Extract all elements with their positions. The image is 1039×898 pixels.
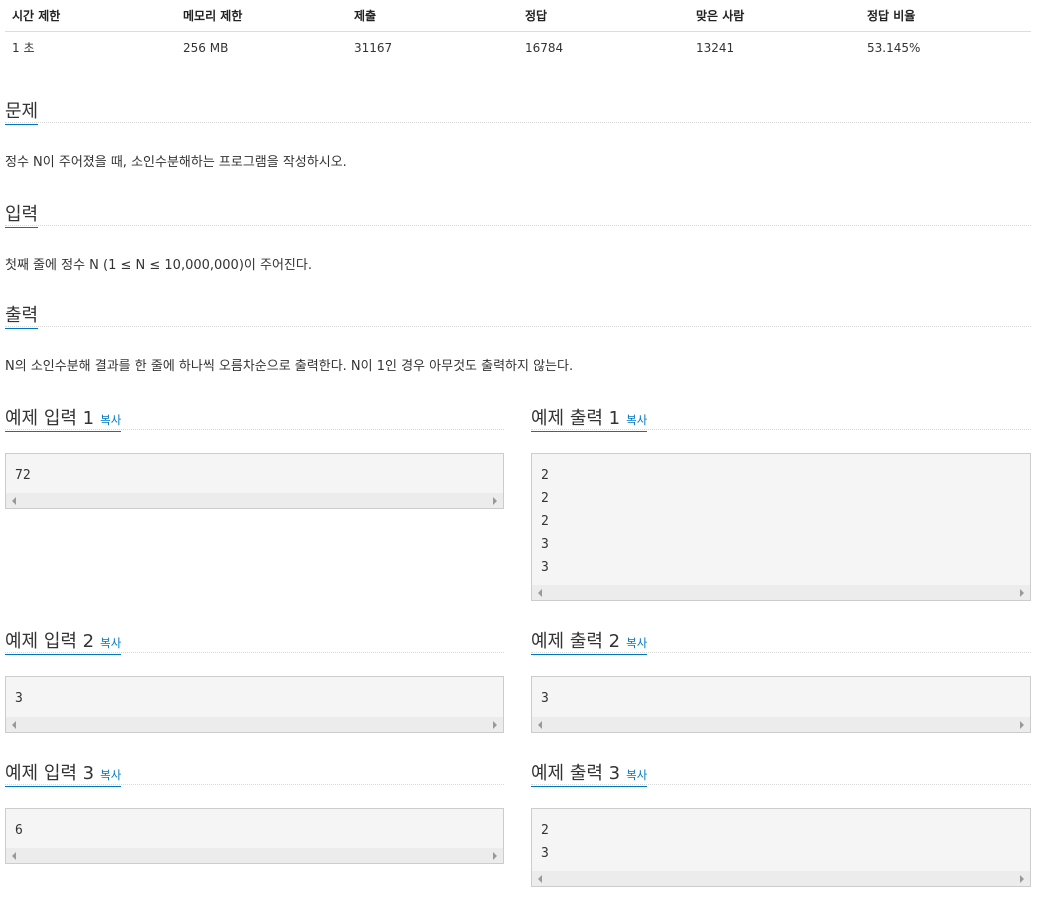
copy-sample-output-2-button[interactable]: 복사: [626, 636, 647, 650]
horizontal-scrollbar[interactable]: [532, 585, 1030, 600]
output-headline: 출력: [5, 305, 1031, 329]
sample-input-2-title: 예제 입력 2: [5, 631, 95, 652]
sample-input-3-title: 예제 입력 3: [5, 763, 95, 784]
input-section: 입력 첫째 줄에 정수 N (1 ≤ N ≤ 10,000,000)이 주어진다…: [5, 204, 1031, 273]
problem-description: 정수 N이 주어졌을 때, 소인수분해하는 프로그램을 작성하시오.: [5, 155, 347, 170]
sample-input-3-box[interactable]: 6: [5, 808, 504, 864]
sample-output-1-content: 2 2 2 3 3: [532, 454, 1030, 579]
sample-input-2-box[interactable]: 3: [5, 676, 504, 733]
sample-line: 6: [15, 823, 23, 838]
sample-input-2-headline: 예제 입력 2 복사: [5, 631, 504, 655]
header-accepted: 정답: [518, 0, 689, 32]
sample-output-3-box[interactable]: 2 3: [531, 808, 1031, 887]
sample-output-3-title: 예제 출력 3: [531, 763, 621, 784]
value-accepted: 16784: [525, 40, 564, 55]
sample-output-3-section: 예제 출력 3 복사: [531, 763, 1031, 787]
sample-input-1-content: 72: [6, 454, 503, 487]
sample-input-3-section: 예제 입력 3 복사: [5, 763, 504, 787]
header-accept-ratio: 정답 비율: [860, 0, 1031, 32]
sample-line: 3: [15, 691, 23, 706]
input-description: 첫째 줄에 정수 N (1 ≤ N ≤ 10,000,000)이 주어진다.: [5, 258, 312, 273]
scroll-right-arrow-icon[interactable]: [1020, 721, 1024, 729]
sample-input-1-title: 예제 입력 1: [5, 408, 95, 429]
problem-section: 문제 정수 N이 주어졌을 때, 소인수분해하는 프로그램을 작성하시오.: [5, 101, 1031, 170]
sample-line: 2: [541, 491, 549, 506]
problem-title: 문제: [5, 97, 39, 125]
copy-sample-input-2-button[interactable]: 복사: [100, 636, 121, 650]
output-title: 출력: [5, 301, 39, 329]
info-value-row: 1 초 256 MB 31167 16784 13241 53.145%: [5, 32, 1031, 64]
sample-output-3-heading: 예제 출력 3 복사: [531, 759, 648, 787]
problem-headline: 문제: [5, 101, 1031, 125]
scroll-right-arrow-icon[interactable]: [493, 852, 497, 860]
sample-input-3-headline: 예제 입력 3 복사: [5, 763, 504, 787]
scroll-left-arrow-icon[interactable]: [538, 589, 542, 597]
sample-output-2-box[interactable]: 3: [531, 676, 1031, 733]
sample-output-2-title: 예제 출력 2: [531, 631, 621, 652]
scroll-right-arrow-icon[interactable]: [493, 721, 497, 729]
horizontal-scrollbar[interactable]: [6, 717, 503, 732]
sample-output-2-headline: 예제 출력 2 복사: [531, 631, 1031, 655]
header-submissions: 제출: [347, 0, 518, 32]
copy-sample-input-1-button[interactable]: 복사: [100, 413, 121, 427]
horizontal-scrollbar[interactable]: [532, 871, 1030, 886]
sample-input-3-content: 6: [6, 809, 503, 842]
copy-sample-output-1-button[interactable]: 복사: [626, 413, 647, 427]
sample-output-3-content: 2 3: [532, 809, 1030, 865]
header-time-limit: 시간 제한: [5, 0, 176, 32]
sample-output-3-headline: 예제 출력 3 복사: [531, 763, 1031, 787]
horizontal-scrollbar[interactable]: [532, 717, 1030, 732]
output-section: 출력 N의 소인수분해 결과를 한 줄에 하나씩 오름차순으로 출력한다. N이…: [5, 305, 1031, 374]
sample-input-2-content: 3: [6, 677, 503, 710]
header-memory-limit: 메모리 제한: [176, 0, 347, 32]
input-title: 입력: [5, 200, 39, 228]
problem-page: 시간 제한 메모리 제한 제출 정답 맞은 사람 정답 비율 1 초 256 M…: [5, 0, 1031, 887]
value-memory-limit: 256 MB: [183, 40, 229, 55]
sample-input-1-headline: 예제 입력 1 복사: [5, 408, 504, 432]
sample-output-1-box[interactable]: 2 2 2 3 3: [531, 453, 1031, 601]
scroll-right-arrow-icon[interactable]: [1020, 875, 1024, 883]
info-header-row: 시간 제한 메모리 제한 제출 정답 맞은 사람 정답 비율: [5, 0, 1031, 32]
header-solvers: 맞은 사람: [689, 0, 860, 32]
sample-line: 3: [541, 691, 549, 706]
sample-input-2-heading: 예제 입력 2 복사: [5, 627, 122, 655]
sample-input-3-heading: 예제 입력 3 복사: [5, 759, 122, 787]
sample-input-2-section: 예제 입력 2 복사: [5, 631, 504, 655]
sample-line: 2: [541, 514, 549, 529]
sample-input-1-box[interactable]: 72: [5, 453, 504, 509]
input-headline: 입력: [5, 204, 1031, 228]
scroll-right-arrow-icon[interactable]: [493, 497, 497, 505]
value-solvers: 13241: [696, 40, 735, 55]
sample-input-1-section: 예제 입력 1 복사: [5, 408, 504, 432]
scroll-left-arrow-icon[interactable]: [538, 875, 542, 883]
sample-output-1-title: 예제 출력 1: [531, 408, 621, 429]
scroll-left-arrow-icon[interactable]: [538, 721, 542, 729]
sample-input-1-heading: 예제 입력 1 복사: [5, 404, 122, 432]
sample-output-1-section: 예제 출력 1 복사: [531, 408, 1031, 432]
copy-sample-output-3-button[interactable]: 복사: [626, 768, 647, 782]
sample-line: 3: [541, 846, 549, 861]
sample-output-2-heading: 예제 출력 2 복사: [531, 627, 648, 655]
scroll-left-arrow-icon[interactable]: [12, 721, 16, 729]
sample-line: 2: [541, 468, 549, 483]
sample-output-1-heading: 예제 출력 1 복사: [531, 404, 648, 432]
problem-info-table: 시간 제한 메모리 제한 제출 정답 맞은 사람 정답 비율 1 초 256 M…: [5, 0, 1031, 63]
copy-sample-input-3-button[interactable]: 복사: [100, 768, 121, 782]
horizontal-scrollbar[interactable]: [6, 493, 503, 508]
scroll-left-arrow-icon[interactable]: [12, 497, 16, 505]
sample-output-1-headline: 예제 출력 1 복사: [531, 408, 1031, 432]
sample-line: 3: [541, 560, 549, 575]
value-accept-ratio: 53.145%: [867, 40, 921, 55]
value-time-limit: 1 초: [12, 41, 35, 55]
sample-output-2-content: 3: [532, 677, 1030, 710]
output-description: N의 소인수분해 결과를 한 줄에 하나씩 오름차순으로 출력한다. N이 1인…: [5, 359, 574, 374]
sample-line: 2: [541, 823, 549, 838]
scroll-left-arrow-icon[interactable]: [12, 852, 16, 860]
scroll-right-arrow-icon[interactable]: [1020, 589, 1024, 597]
sample-line: 3: [541, 537, 549, 552]
horizontal-scrollbar[interactable]: [6, 848, 503, 863]
sample-output-2-section: 예제 출력 2 복사: [531, 631, 1031, 655]
sample-line: 72: [15, 468, 31, 483]
value-submissions: 31167: [354, 40, 393, 55]
